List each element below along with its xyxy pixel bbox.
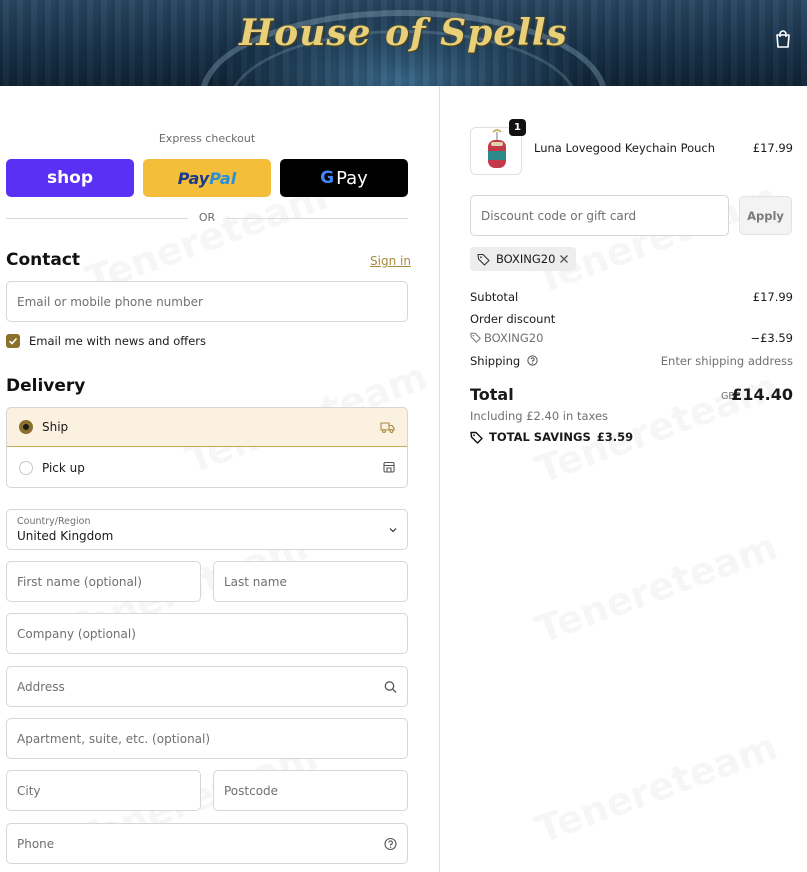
shipping-row: Shipping Enter shipping address xyxy=(470,354,793,368)
city-field[interactable]: City xyxy=(6,770,201,811)
phone-placeholder: Phone xyxy=(17,836,55,851)
shipping-label: Shipping xyxy=(470,354,521,368)
watermark: Tenereteam xyxy=(530,364,783,492)
express-checkout-label: Express checkout xyxy=(158,132,256,145)
truck-icon xyxy=(380,422,395,433)
help-circle-icon[interactable] xyxy=(384,837,397,850)
delivery-method-group: Ship Pick up xyxy=(6,407,408,488)
taxes-note: Including £2.40 in taxes xyxy=(470,409,609,423)
header-banner: House of Spells xyxy=(0,0,807,86)
subtotal-value: £17.99 xyxy=(752,290,793,304)
shopping-bag-icon[interactable] xyxy=(775,30,791,48)
first-name-field[interactable]: First name (optional) xyxy=(6,561,201,602)
shipping-value: Enter shipping address xyxy=(660,354,793,368)
sign-in-link[interactable]: Sign in xyxy=(370,254,411,268)
checkout-form-column: Tenereteam Tenereteam Tenereteam Teneret… xyxy=(0,86,440,872)
email-field[interactable]: Email or mobile phone number xyxy=(6,281,408,322)
tag-icon xyxy=(470,431,483,444)
country-label: Country/Region xyxy=(17,516,91,527)
discount-placeholder: Discount code or gift card xyxy=(481,208,637,223)
pickup-radio[interactable] xyxy=(19,461,33,475)
help-circle-icon[interactable] xyxy=(527,355,538,366)
or-line-right xyxy=(226,218,408,219)
newsletter-checkbox[interactable] xyxy=(6,334,20,348)
store-logo[interactable]: House of Spells xyxy=(0,12,807,54)
address-field[interactable]: Address xyxy=(6,666,408,707)
order-summary-column: Tenereteam Tenereteam Tenereteam Teneret… xyxy=(440,86,807,872)
order-discount-label: Order discount xyxy=(470,312,556,326)
total-savings-row: TOTAL SAVINGS £3.59 xyxy=(470,430,633,444)
order-discount-value: −£3.59 xyxy=(750,331,793,345)
delivery-heading: Delivery xyxy=(6,376,86,396)
total-label: Total xyxy=(470,385,514,404)
chevron-down-icon xyxy=(389,527,397,532)
tag-icon xyxy=(470,332,481,343)
pickup-label: Pick up xyxy=(42,461,85,475)
watermark: Tenereteam xyxy=(530,524,783,652)
ship-radio[interactable] xyxy=(19,420,33,434)
last-name-field[interactable]: Last name xyxy=(213,561,408,602)
discount-code-field[interactable]: Discount code or gift card xyxy=(470,195,729,236)
shop-pay-button[interactable]: shop xyxy=(6,159,134,197)
delivery-option-pickup[interactable]: Pick up xyxy=(7,448,407,487)
company-placeholder: Company (optional) xyxy=(17,626,136,641)
google-pay-label: Pay xyxy=(336,167,368,189)
google-pay-button[interactable]: G Pay xyxy=(280,159,408,197)
delivery-option-ship[interactable]: Ship xyxy=(7,408,407,447)
apply-discount-button[interactable]: Apply xyxy=(739,196,792,235)
first-name-placeholder: First name (optional) xyxy=(17,574,142,589)
checkmark-icon xyxy=(8,337,18,345)
search-icon xyxy=(384,680,397,693)
phone-field[interactable]: Phone xyxy=(6,823,408,864)
postcode-placeholder: Postcode xyxy=(224,783,279,798)
savings-label: TOTAL SAVINGS xyxy=(489,430,591,444)
newsletter-checkbox-row[interactable]: Email me with news and offers xyxy=(6,334,206,348)
savings-value: £3.59 xyxy=(596,430,634,444)
item-price: £17.99 xyxy=(752,141,793,155)
ship-label: Ship xyxy=(42,420,69,434)
subtotal-label: Subtotal xyxy=(470,290,519,304)
paypal-label-part1: Pay xyxy=(177,168,210,188)
shop-pay-label: shop xyxy=(46,168,94,188)
company-field[interactable]: Company (optional) xyxy=(6,613,408,654)
total-value: £14.40 xyxy=(731,385,793,404)
apartment-placeholder: Apartment, suite, etc. (optional) xyxy=(17,731,211,746)
watermark: Tenereteam xyxy=(530,174,783,302)
country-value: United Kingdom xyxy=(17,529,114,543)
order-discount-row: Order discount xyxy=(470,312,793,326)
last-name-placeholder: Last name xyxy=(224,574,287,589)
paypal-button[interactable]: Pay Pal xyxy=(143,159,271,197)
address-placeholder: Address xyxy=(17,679,65,694)
paypal-label-part2: Pal xyxy=(209,168,237,188)
country-select[interactable]: Country/Region United Kingdom xyxy=(6,509,408,550)
postcode-field[interactable]: Postcode xyxy=(213,770,408,811)
apartment-field[interactable]: Apartment, suite, etc. (optional) xyxy=(6,718,408,759)
city-placeholder: City xyxy=(17,783,41,798)
order-discount-code-row: BOXING20 −£3.59 xyxy=(470,331,793,345)
order-discount-code: BOXING20 xyxy=(484,331,544,345)
watermark: Tenereteam xyxy=(530,724,783,852)
applied-discount-chip: BOXING20 xyxy=(470,247,576,271)
subtotal-row: Subtotal £17.99 xyxy=(470,290,793,304)
contact-heading: Contact xyxy=(6,250,81,270)
google-g-icon: G xyxy=(320,168,335,188)
item-quantity-badge: 1 xyxy=(509,119,526,136)
tag-icon xyxy=(477,253,490,266)
item-name: Luna Lovegood Keychain Pouch xyxy=(534,141,716,155)
remove-discount-icon[interactable] xyxy=(559,254,569,264)
applied-discount-code: BOXING20 xyxy=(496,252,556,266)
email-placeholder: Email or mobile phone number xyxy=(17,294,203,309)
or-separator: OR xyxy=(6,211,408,225)
store-icon xyxy=(383,461,395,473)
newsletter-label: Email me with news and offers xyxy=(29,334,207,348)
